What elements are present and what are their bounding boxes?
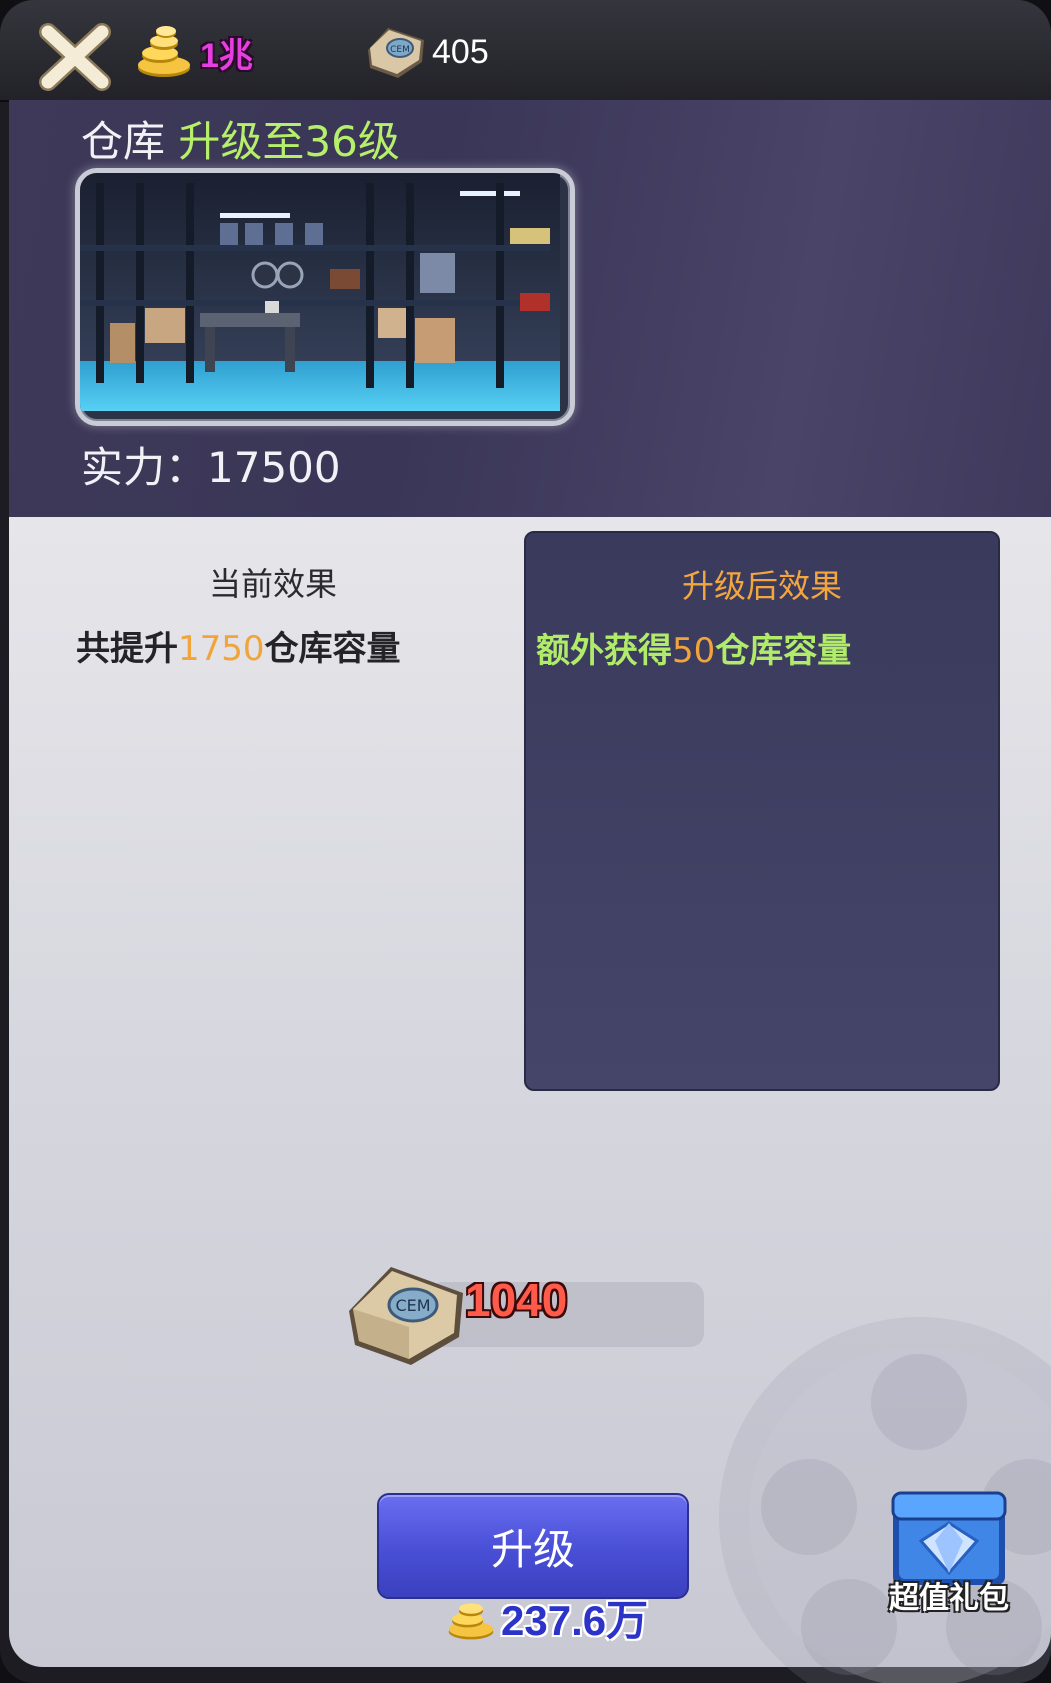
warehouse-image <box>75 168 575 426</box>
gold-value: 1兆 <box>200 36 253 75</box>
next-effect-suffix: 仓库容量 <box>715 631 852 671</box>
gold-coins-icon <box>448 1602 494 1639</box>
power-label: 实力： <box>81 443 208 492</box>
close-icon <box>39 23 111 91</box>
cement-value: 405 <box>432 32 489 71</box>
power-stat: 实力：17500 <box>81 434 341 495</box>
cement-bag-icon: CEM <box>368 28 424 78</box>
page-title: 仓库 升级至36级 <box>81 108 400 169</box>
next-effect-title: 升级后效果 <box>681 567 842 605</box>
close-button[interactable] <box>36 22 114 92</box>
current-effect-desc: 共提升1750仓库容量 <box>76 621 401 670</box>
gold-coins-icon <box>138 26 190 77</box>
upgrade-button-label: 升级 <box>490 1524 575 1574</box>
resource-bar: 1兆 CEM 405 <box>0 0 1051 102</box>
current-effect-prefix: 共提升 <box>76 629 178 669</box>
next-effect-prefix: 额外获得 <box>536 631 672 671</box>
effects-body: 当前效果 共提升1750仓库容量 升级后效果 额外获得50仓库容量 CEM 10… <box>9 517 1051 1683</box>
current-effect-suffix: 仓库容量 <box>264 629 401 669</box>
gold-price-value: 237.6万 <box>501 1597 649 1644</box>
gold-resource: 1兆 <box>134 22 253 82</box>
next-effect-value: 50 <box>672 631 716 671</box>
upgrade-button[interactable]: 升级 <box>377 1493 689 1599</box>
gift-pack-label: 超值礼包 <box>889 1581 1009 1616</box>
upgrade-dialog: 1兆 CEM 405 仓库 升级至36级 实力：17500 当前效果 共提升17… <box>0 0 1051 1683</box>
cement-bag-icon: CEM <box>349 1267 463 1365</box>
svg-text:CEM: CEM <box>390 45 410 55</box>
building-header: 仓库 升级至36级 实力：17500 <box>9 100 1051 517</box>
cement-resource: CEM 405 <box>362 22 489 82</box>
current-effect-value: 1750 <box>178 629 265 669</box>
gift-pack-button[interactable]: 超值礼包 <box>879 1483 1019 1623</box>
next-effect-desc: 额外获得50仓库容量 <box>536 623 851 672</box>
next-effect-panel: 升级后效果 额外获得50仓库容量 <box>524 531 1000 1091</box>
current-effect-title: 当前效果 <box>209 565 338 603</box>
building-name: 仓库 <box>81 117 166 166</box>
svg-text:CEM: CEM <box>395 1296 430 1315</box>
upgrade-level-text: 升级至36级 <box>178 117 400 166</box>
power-value: 17500 <box>207 443 341 492</box>
upgrade-gold-price: 237.6万 <box>445 1587 648 1648</box>
cement-cost-value: 1040 <box>465 1274 568 1326</box>
